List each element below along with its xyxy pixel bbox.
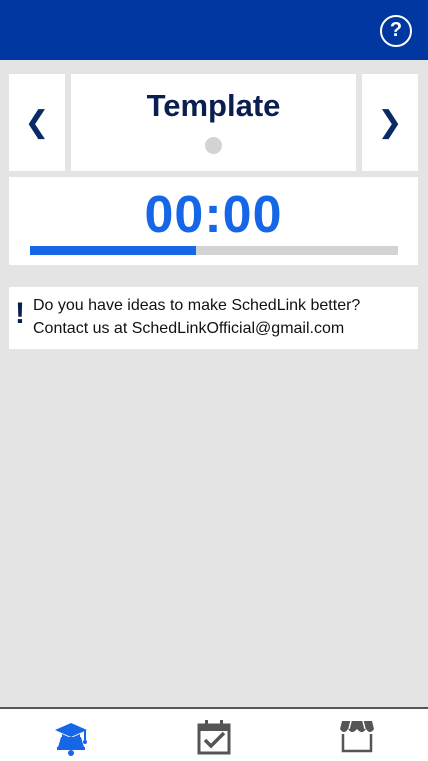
next-template-button[interactable]: ❯: [362, 74, 418, 171]
timer-progress-bar: [30, 246, 398, 255]
calendar-check-icon: [197, 720, 231, 755]
chevron-left-icon: ❮: [24, 105, 50, 139]
feedback-line-1: Do you have ideas to make SchedLink bett…: [33, 297, 361, 314]
feedback-line-2: Contact us at SchedLinkOfficial@gmail.co…: [33, 320, 345, 337]
timer-display: 00:00: [144, 186, 283, 244]
help-button[interactable]: ?: [380, 15, 412, 47]
tab-schedule[interactable]: [194, 717, 234, 757]
graduation-bell-icon: [55, 723, 87, 756]
template-title: Template: [146, 88, 281, 123]
page-indicator-dot: [205, 137, 222, 154]
template-selector: Template: [71, 74, 356, 171]
timer-progress-fill: [30, 246, 196, 255]
tab-store[interactable]: [337, 717, 377, 757]
chevron-right-icon: ❯: [377, 105, 403, 139]
store-icon: [340, 720, 374, 753]
timer-panel: 00:00: [9, 177, 418, 265]
feedback-notice: ! Do you have ideas to make SchedLink be…: [9, 287, 418, 349]
exclamation-icon: !: [15, 297, 25, 330]
tab-home[interactable]: [51, 717, 91, 757]
bottom-tab-bar: [0, 707, 428, 761]
top-bar: ?: [0, 0, 428, 60]
previous-template-button[interactable]: ❮: [9, 74, 65, 171]
